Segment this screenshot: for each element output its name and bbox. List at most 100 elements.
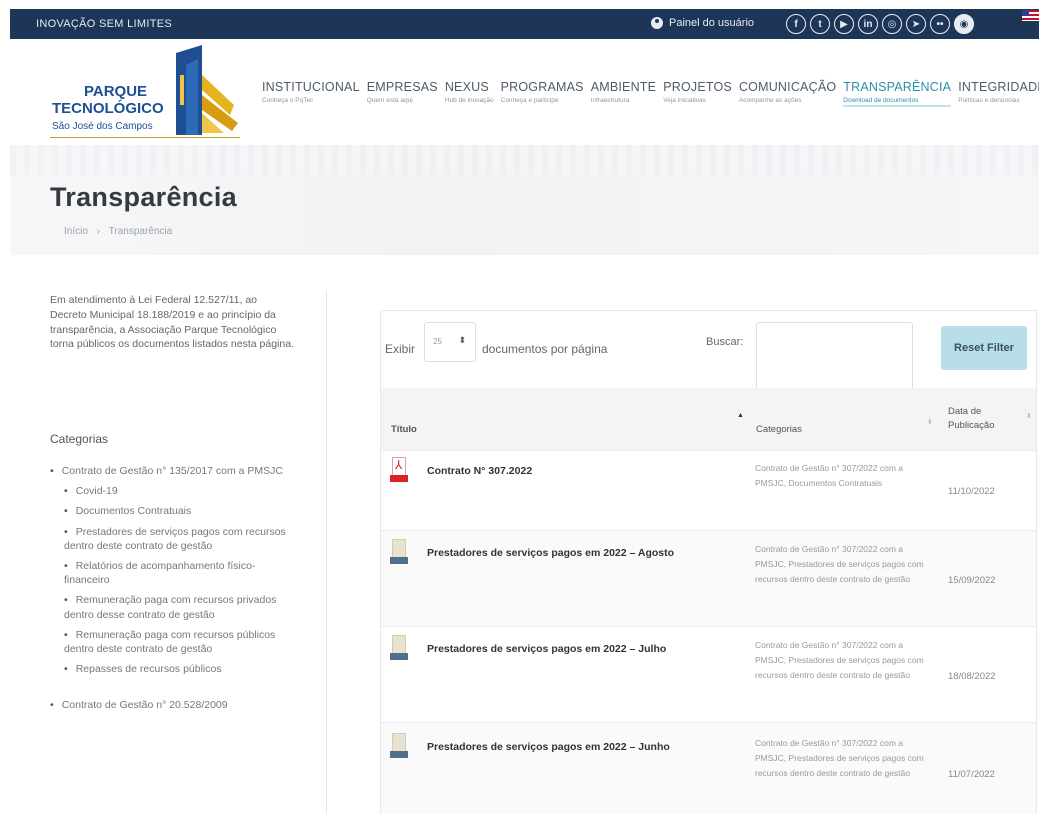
document-date: 18/08/2022	[948, 671, 996, 682]
document-title-link[interactable]: Prestadores de serviços pagos em 2022 – …	[427, 741, 670, 753]
category-link[interactable]: Prestadores de serviços pagos com recurs…	[50, 525, 296, 553]
logo-line-1: PARQUE	[84, 83, 148, 100]
category-link[interactable]: Covid-19	[50, 484, 296, 498]
nav-item-transparência[interactable]: TRANSPARÊNCIA Download de documentos	[843, 80, 952, 107]
category-link[interactable]: Remuneração paga com recursos públicos d…	[50, 628, 296, 656]
nav-item-subtitle: Conheça o PqTec	[262, 97, 314, 104]
page-size-select[interactable]: 25 ⬍	[424, 322, 476, 362]
nav-item-nexus[interactable]: NEXUS Hub de inovação	[445, 80, 494, 107]
document-categories: Contrato de Gestão n° 307/2022 com a PMS…	[755, 640, 924, 680]
document-title-link[interactable]: Contrato N° 307.2022	[427, 465, 532, 477]
nav-item-comunicação[interactable]: COMUNICAÇÃO Acompanhe as ações	[739, 80, 836, 107]
nav-item-ambiente[interactable]: AMBIENTE Infraestrutura	[591, 80, 657, 107]
intro-text: Em atendimento à Lei Federal 12.527/11, …	[50, 294, 294, 351]
instagram-icon[interactable]: ◎	[882, 14, 902, 34]
sort-icon[interactable]: ⬍	[1026, 412, 1032, 420]
breadcrumb-home[interactable]: Início	[64, 226, 88, 237]
user-panel-label: Painel do usuário	[669, 17, 755, 29]
nav-item-label: NEXUS	[444, 80, 489, 94]
nav-item-projetos[interactable]: PROJETOS Veja iniciativas	[663, 80, 732, 107]
social-links: f t ▶ in ◎ ➤ •• ◉	[786, 14, 974, 34]
nav-item-label: PROJETOS	[663, 80, 732, 94]
nav-item-subtitle: Conheça e participe	[500, 97, 559, 104]
nav-item-subtitle: Infraestrutura	[590, 97, 630, 104]
select-arrow-icon: ⬍	[458, 335, 466, 345]
document-file-icon[interactable]	[390, 733, 410, 761]
sort-asc-icon[interactable]: ▲	[737, 412, 744, 419]
document-date: 11/07/2022	[948, 769, 995, 780]
nav-item-subtitle: Download de documentos	[843, 97, 952, 107]
site-logo[interactable]: PARQUE TECNOLÓGICO São José dos Campos	[50, 45, 245, 140]
category-link[interactable]: Contrato de Gestão n° 135/2017 com a PMS…	[50, 464, 296, 478]
category-link[interactable]: Relatórios de acompanhamento físico-fina…	[50, 559, 296, 587]
twitter-icon[interactable]: t	[810, 14, 830, 34]
nav-item-subtitle: Acompanhe as ações	[738, 97, 802, 104]
show-label: Exibir	[385, 342, 416, 356]
column-date[interactable]: Data de Publicação	[948, 405, 1008, 433]
document-title-link[interactable]: Prestadores de serviços pagos em 2022 – …	[427, 643, 666, 655]
nav-item-subtitle: Quem está aqui	[366, 97, 413, 104]
spotify-icon[interactable]: ◉	[954, 14, 974, 34]
breadcrumb-current: Transparência	[108, 226, 173, 237]
table-row[interactable]: Contrato N° 307.2022 Contrato de Gestão n…	[381, 450, 1036, 530]
column-title[interactable]: Título	[391, 424, 417, 435]
document-date: 15/09/2022	[948, 575, 996, 586]
table-row[interactable]: Prestadores de serviços pagos em 2022 – …	[381, 530, 1036, 626]
document-categories: Contrato de Gestão n° 307/2022 com a PMS…	[755, 544, 924, 584]
search-label: Buscar:	[706, 336, 744, 348]
telegram-icon[interactable]: ➤	[906, 14, 926, 34]
column-categories[interactable]: Categorias	[756, 424, 802, 435]
per-page-label: documentos por página	[482, 342, 608, 356]
breadcrumb-separator: ›	[96, 226, 101, 237]
nav-item-empresas[interactable]: EMPRESAS Quem está aqui	[367, 80, 438, 107]
nav-item-label: INSTITUCIONAL	[262, 80, 360, 94]
search-input[interactable]	[756, 322, 913, 392]
nav-item-subtitle: Políticas e denúncias	[958, 97, 1020, 104]
linkedin-icon[interactable]: in	[858, 14, 878, 34]
document-file-icon[interactable]	[390, 635, 410, 663]
document-categories: Contrato de Gestão n° 307/2022 com a PMS…	[755, 463, 903, 488]
document-title-link[interactable]: Prestadores de serviços pagos em 2022 – …	[427, 547, 674, 559]
nav-item-integridade[interactable]: INTEGRIDADE Políticas e denúncias	[958, 80, 1039, 107]
breadcrumb: Início › Transparência	[64, 226, 178, 237]
table-header: Título ▲ Categorias ⬍ Data de Publicação…	[381, 388, 1036, 450]
nav-item-label: TRANSPARÊNCIA	[843, 80, 952, 94]
nav-item-label: INTEGRIDADE	[958, 80, 1039, 94]
table-row[interactable]: Prestadores de serviços pagos em 2022 – …	[381, 722, 1036, 814]
categories-list: Contrato de Gestão n° 135/2017 com a PMS…	[50, 464, 296, 719]
document-categories: Contrato de Gestão n° 307/2022 com a PMS…	[755, 738, 924, 778]
nav-item-label: COMUNICAÇÃO	[738, 80, 837, 94]
nav-item-label: PROGRAMAS	[500, 80, 584, 94]
logo-mark-icon	[176, 45, 238, 135]
table-row[interactable]: Prestadores de serviços pagos em 2022 – …	[381, 626, 1036, 722]
language-flag-icon[interactable]	[1022, 10, 1039, 21]
nav-item-programas[interactable]: PROGRAMAS Conheça e participe	[501, 80, 584, 107]
nav-item-subtitle: Hub de inovação	[444, 97, 494, 104]
logo-line-3: São José dos Campos	[52, 121, 153, 132]
category-link[interactable]: Remuneração paga com recursos privados d…	[50, 593, 296, 621]
nav-item-subtitle: Veja iniciativas	[663, 97, 706, 104]
logo-line-2: TECNOLÓGICO	[52, 100, 164, 117]
logo-underline	[50, 137, 240, 138]
category-link[interactable]: Contrato de Gestão n° 20.528/2009	[50, 698, 296, 712]
document-date: 11/10/2022	[948, 486, 995, 497]
top-bar: INOVAÇÃO SEM LIMITES Painel do usuário f…	[10, 9, 1039, 39]
sort-icon[interactable]: ⬍	[927, 418, 933, 426]
column-divider	[326, 290, 327, 814]
reset-filter-button[interactable]: Reset Filter	[941, 326, 1027, 370]
pdf-file-icon[interactable]	[390, 457, 410, 485]
nav-item-institucional[interactable]: INSTITUCIONAL Conheça o PqTec	[262, 80, 360, 107]
youtube-icon[interactable]: ▶	[834, 14, 854, 34]
user-panel-link[interactable]: Painel do usuário	[651, 17, 754, 29]
category-link[interactable]: Documentos Contratuais	[50, 504, 296, 518]
facebook-icon[interactable]: f	[786, 14, 806, 34]
category-link[interactable]: Repasses de recursos públicos	[50, 662, 296, 676]
hero-pattern	[10, 145, 1039, 175]
flickr-icon[interactable]: ••	[930, 14, 950, 34]
document-file-icon[interactable]	[390, 539, 410, 567]
categories-title: Categorias	[50, 432, 109, 446]
nav-item-label: AMBIENTE	[590, 80, 657, 94]
nav-item-label: EMPRESAS	[366, 80, 438, 94]
slogan: INOVAÇÃO SEM LIMITES	[36, 18, 172, 30]
main-nav: INSTITUCIONAL Conheça o PqTec EMPRESAS Quem…	[262, 80, 1039, 107]
